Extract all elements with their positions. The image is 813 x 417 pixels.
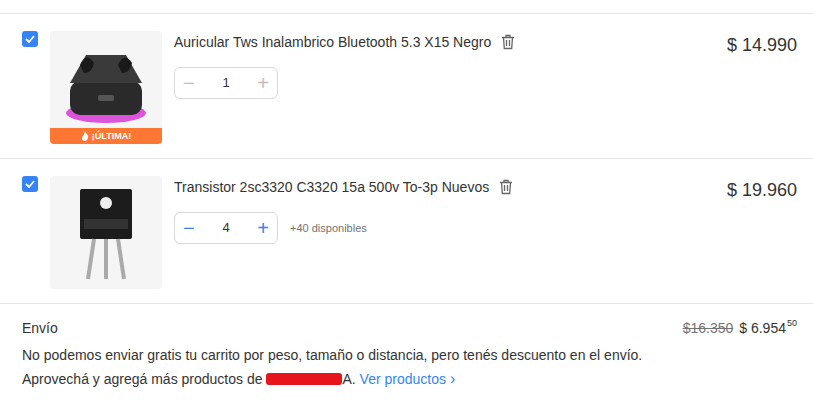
quantity-row: − 4 + +40 disponibles — [174, 212, 715, 244]
original-price: $16.350 — [683, 318, 734, 339]
promo-prefix: Aprovechá y agregá más productos de — [22, 367, 266, 391]
quantity-row: − 1 + — [174, 67, 715, 99]
chevron-icon[interactable]: › — [450, 367, 455, 391]
link-text[interactable]: Ver productos — [360, 367, 446, 391]
redaction-mark — [266, 373, 342, 385]
quantity-value[interactable]: 4 — [222, 218, 229, 238]
item-title[interactable]: Transistor 2sc3320 C3320 15a 500v To-3p … — [174, 177, 489, 197]
shipping-price: $16.350$ 6.95450 — [683, 318, 797, 339]
increment-button[interactable]: + — [257, 218, 269, 238]
cart-item: Transistor 2sc3320 C3320 15a 500v To-3p … — [0, 159, 813, 304]
shipping-section: Envío $16.350$ 6.95450 No podemos enviar g… — [0, 304, 813, 391]
price-value: $ 6.954 — [739, 318, 786, 339]
shipping-label: Envío — [22, 318, 58, 339]
last-unit-badge: ¡ÚLTIMA! — [50, 128, 162, 144]
item-checkbox[interactable] — [22, 31, 38, 47]
item-price: $ 14.990 — [727, 31, 797, 59]
promo-line: Aprovechá y agregá más productos de A.Ve… — [22, 367, 797, 391]
quantity-stepper: − 1 + — [174, 67, 278, 99]
item-price: $ 19.960 — [727, 176, 797, 204]
item-title[interactable]: Auricular Tws Inalambrico Bluetooth 5.3 … — [174, 32, 491, 52]
discounted-price: $ 6.95450 — [739, 318, 797, 339]
quantity-value[interactable]: 1 — [222, 73, 229, 93]
trash-icon[interactable] — [501, 34, 515, 50]
promo-suffix: A. — [342, 367, 355, 391]
item-details: Auricular Tws Inalambrico Bluetooth 5.3 … — [174, 31, 715, 99]
quantity-stepper: − 4 + — [174, 212, 278, 244]
transistor-icon — [66, 183, 146, 283]
flame-icon — [81, 131, 89, 141]
product-image[interactable] — [50, 176, 162, 289]
price-cents: 50 — [787, 318, 797, 328]
title-row: Auricular Tws Inalambrico Bluetooth 5.3 … — [174, 32, 715, 52]
item-checkbox[interactable] — [22, 176, 38, 192]
product-image[interactable]: ¡ÚLTIMA! — [50, 31, 162, 144]
decrement-button[interactable]: − — [183, 218, 195, 238]
stock-text: +40 disponibles — [290, 220, 367, 237]
title-row: Transistor 2sc3320 C3320 15a 500v To-3p … — [174, 177, 715, 197]
shipping-row: Envío $16.350$ 6.95450 — [22, 318, 797, 338]
increment-button[interactable]: + — [257, 73, 269, 93]
shipping-notice: No podemos enviar gratis tu carrito por … — [22, 343, 797, 367]
badge-text: ¡ÚLTIMA! — [92, 132, 131, 141]
cart-item: ¡ÚLTIMA! Auricular Tws Inalambrico Blueto… — [0, 14, 813, 159]
trash-icon[interactable] — [499, 179, 513, 195]
item-details: Transistor 2sc3320 C3320 15a 500v To-3p … — [174, 176, 715, 244]
decrement-button[interactable]: − — [183, 73, 195, 93]
see-products-link[interactable]: Ver productos› — [360, 367, 456, 391]
earbuds-icon — [56, 43, 156, 133]
